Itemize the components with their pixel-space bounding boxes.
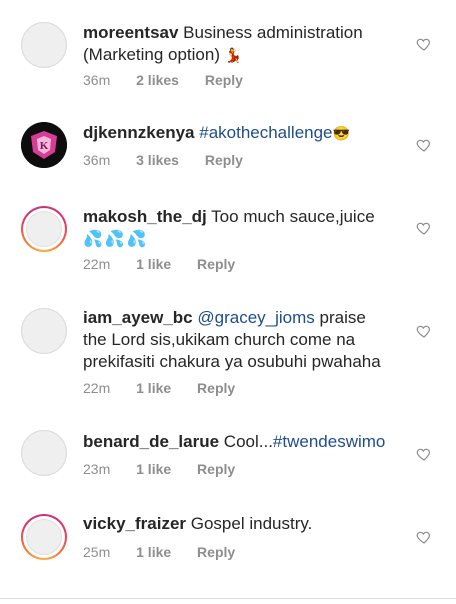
- reply-button[interactable]: Reply: [205, 152, 243, 168]
- heart-outline-icon[interactable]: [416, 137, 432, 153]
- comment-body: Gospel industry.: [186, 514, 313, 533]
- avatar[interactable]: K: [21, 122, 67, 168]
- divider: [0, 598, 456, 599]
- comment-time: 22m: [83, 380, 111, 396]
- comment-body: Cool...: [219, 432, 273, 451]
- reply-button[interactable]: Reply: [197, 380, 235, 396]
- heart-outline-icon[interactable]: [416, 220, 432, 236]
- comment-username[interactable]: benard_de_larue: [83, 432, 219, 451]
- comment-time: 36m: [83, 152, 111, 168]
- comment-meta: 22m 1 like Reply: [83, 256, 257, 272]
- avatar[interactable]: [21, 514, 67, 560]
- avatar[interactable]: [21, 430, 67, 476]
- comment-likes[interactable]: 3 likes: [136, 152, 179, 168]
- reply-button[interactable]: Reply: [205, 72, 243, 88]
- sunglasses-emoji-icon: 😎: [332, 125, 350, 141]
- sweat-droplets-emoji-icon: 💦💦💦: [83, 231, 149, 248]
- heart-outline-icon[interactable]: [416, 36, 432, 52]
- comment-likes[interactable]: 1 like: [136, 461, 171, 477]
- comment-time: 25m: [83, 544, 111, 560]
- comment-username[interactable]: djkennzkenya: [83, 123, 195, 142]
- heart-outline-icon[interactable]: [416, 446, 432, 462]
- comment-likes[interactable]: 1 like: [136, 256, 171, 272]
- hashtag-link[interactable]: #twendeswimo: [273, 432, 385, 451]
- comment-username[interactable]: vicky_fraizer: [83, 514, 186, 533]
- reply-button[interactable]: Reply: [197, 256, 235, 272]
- hashtag-link[interactable]: #akothechallenge: [199, 123, 332, 142]
- comment-text: moreentsav Business administration (Mark…: [83, 22, 393, 66]
- comment-text: makosh_the_dj Too much sauce,juice 💦💦💦: [83, 206, 393, 251]
- comment-text: djkennzkenya #akothechallenge😎: [83, 122, 393, 144]
- comment-body: Too much sauce,juice: [206, 207, 375, 226]
- dancer-emoji-icon: 💃: [224, 47, 243, 63]
- comment-text: benard_de_larue Cool...#twendeswimo: [83, 431, 393, 453]
- comment-time: 23m: [83, 461, 111, 477]
- comment-username[interactable]: iam_ayew_bc: [83, 308, 193, 327]
- avatar[interactable]: [21, 308, 67, 354]
- reply-button[interactable]: Reply: [197, 544, 235, 560]
- comment-username[interactable]: makosh_the_dj: [83, 207, 207, 226]
- avatar[interactable]: [21, 22, 67, 68]
- heart-outline-icon[interactable]: [416, 323, 432, 339]
- avatar[interactable]: [21, 206, 67, 252]
- svg-text:K: K: [40, 140, 49, 152]
- comment-meta: 36m 2 likes Reply: [83, 72, 265, 88]
- comment-meta: 36m 3 likes Reply: [83, 152, 265, 168]
- comment-likes[interactable]: 2 likes: [136, 72, 179, 88]
- comment-meta: 25m 1 like Reply: [83, 544, 257, 560]
- comment-username[interactable]: moreentsav: [83, 23, 178, 42]
- comment-likes[interactable]: 1 like: [136, 380, 171, 396]
- comment-meta: 22m 1 like Reply: [83, 380, 257, 396]
- comment-likes[interactable]: 1 like: [136, 544, 171, 560]
- reply-button[interactable]: Reply: [197, 461, 235, 477]
- comment-time: 22m: [83, 256, 111, 272]
- comment-meta: 23m 1 like Reply: [83, 461, 257, 477]
- brand-logo-icon: K: [21, 122, 67, 168]
- comment-text: vicky_fraizer Gospel industry.: [83, 513, 393, 535]
- mention-link[interactable]: @gracey_jioms: [197, 308, 314, 327]
- comment-time: 36m: [83, 72, 111, 88]
- comment-text: iam_ayew_bc @gracey_jioms praise the Lor…: [83, 307, 393, 373]
- heart-outline-icon[interactable]: [416, 529, 432, 545]
